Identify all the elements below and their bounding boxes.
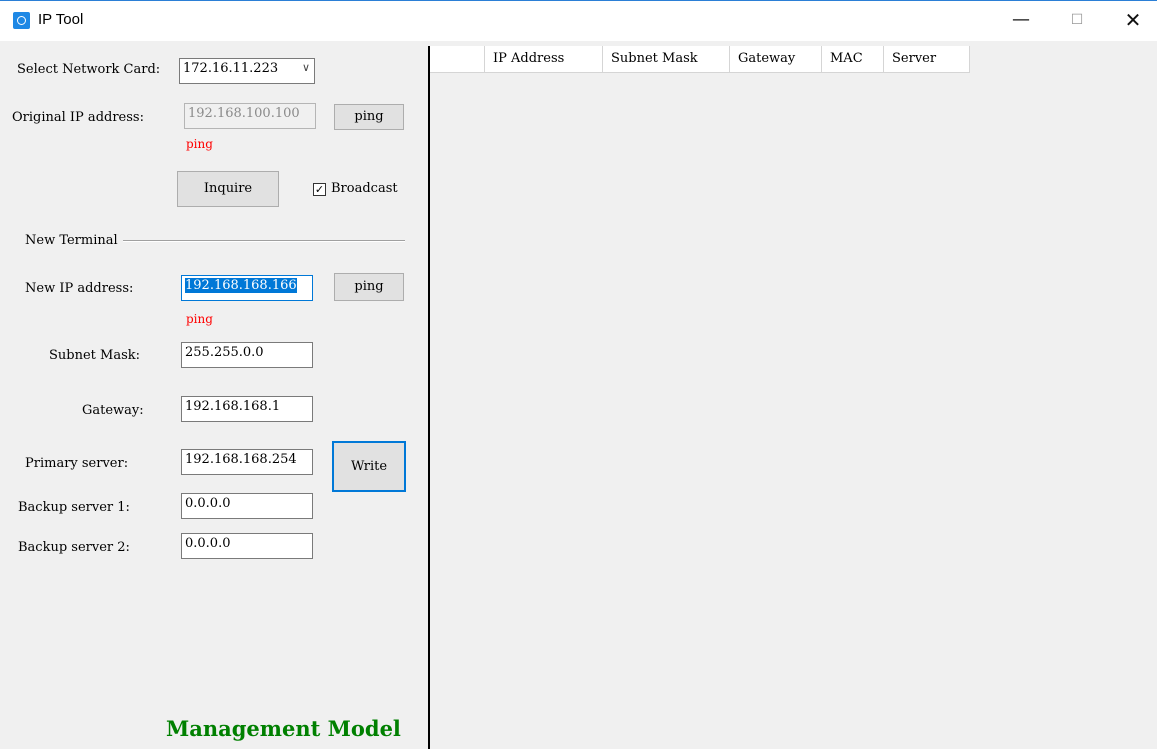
primary-server-label: Primary server: <box>25 456 129 471</box>
network-card-select[interactable]: 172.16.11.223 ∨ <box>179 58 315 84</box>
column-header-subnet-mask[interactable]: Subnet Mask <box>603 46 730 72</box>
ping-status-new: ping <box>186 312 213 326</box>
device-list[interactable]: IP Address Subnet Mask Gateway MAC Serve… <box>428 46 1157 749</box>
new-terminal-label: New Terminal <box>25 233 118 248</box>
minimize-icon[interactable]: — <box>998 1 1044 41</box>
mode-label: Management Model <box>166 716 401 741</box>
table-header: IP Address Subnet Mask Gateway MAC Serve… <box>430 46 970 73</box>
original-ip-label: Original IP address: <box>12 110 144 125</box>
new-ip-field[interactable]: 192.168.168.166 <box>181 275 313 301</box>
title-bar: IP Tool — ☐ ✕ <box>0 0 1157 41</box>
app-icon <box>13 12 30 29</box>
original-ip-field[interactable]: 192.168.100.100 <box>184 103 316 129</box>
ping-new-button[interactable]: ping <box>334 273 404 301</box>
primary-server-field[interactable]: 192.168.168.254 <box>181 449 313 475</box>
gateway-label: Gateway: <box>82 403 144 418</box>
backup-server-2-field[interactable]: 0.0.0.0 <box>181 533 313 559</box>
column-header-mac[interactable]: MAC <box>822 46 884 72</box>
column-header-select[interactable] <box>430 46 485 72</box>
backup-server-1-field[interactable]: 0.0.0.0 <box>181 493 313 519</box>
ping-original-button[interactable]: ping <box>334 104 404 130</box>
broadcast-label: Broadcast <box>331 181 398 196</box>
close-icon[interactable]: ✕ <box>1110 1 1156 41</box>
column-header-ip-address[interactable]: IP Address <box>485 46 603 72</box>
network-card-label: Select Network Card: <box>17 62 161 77</box>
network-card-value: 172.16.11.223 <box>183 61 279 76</box>
window-title: IP Tool <box>38 11 84 28</box>
section-divider <box>123 240 405 242</box>
column-header-server[interactable]: Server <box>884 46 970 72</box>
ping-status-original: ping <box>186 137 213 151</box>
write-button[interactable]: Write <box>332 441 406 492</box>
chevron-down-icon: ∨ <box>301 61 310 74</box>
backup-server-2-label: Backup server 2: <box>18 540 130 555</box>
gateway-field[interactable]: 192.168.168.1 <box>181 396 313 422</box>
maximize-icon[interactable]: ☐ <box>1054 1 1100 41</box>
broadcast-checkbox[interactable]: ✓ <box>313 183 326 196</box>
inquire-button[interactable]: Inquire <box>177 171 279 207</box>
subnet-mask-field[interactable]: 255.255.0.0 <box>181 342 313 368</box>
new-ip-value: 192.168.168.166 <box>185 278 297 293</box>
column-header-gateway[interactable]: Gateway <box>730 46 822 72</box>
subnet-mask-label: Subnet Mask: <box>49 348 141 363</box>
backup-server-1-label: Backup server 1: <box>18 500 130 515</box>
new-ip-label: New IP address: <box>25 281 134 296</box>
